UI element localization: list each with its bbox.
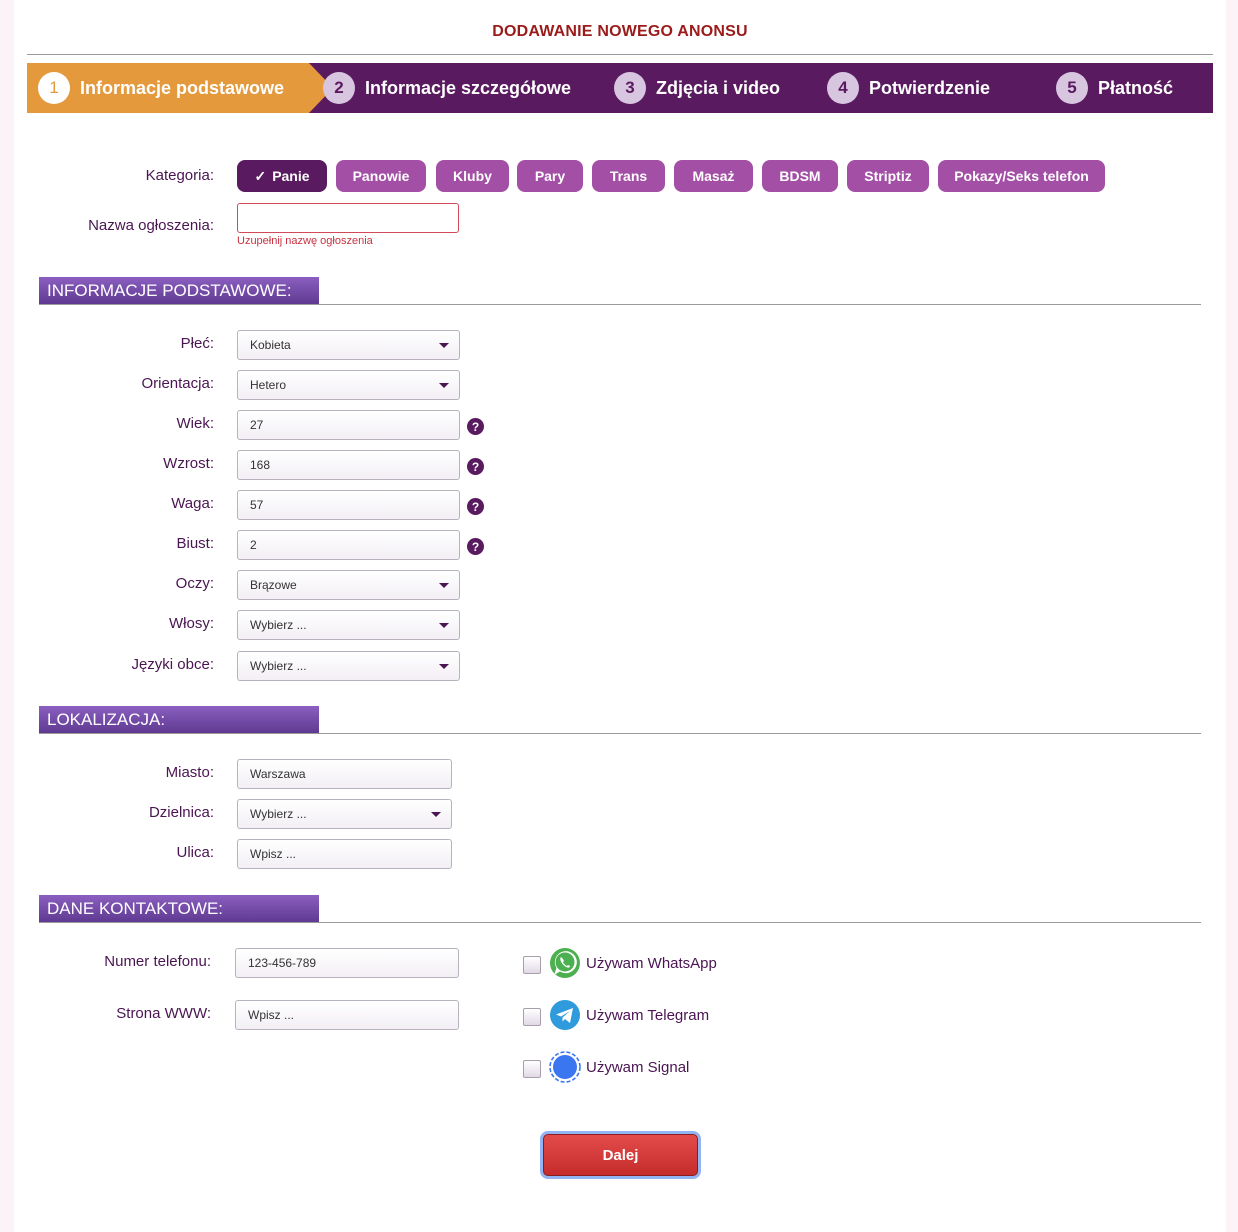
age-input[interactable]: 27 [237, 410, 460, 440]
step-number: 1 [38, 72, 70, 104]
form-page: DODAWANIE NOWEGO ANONSU 1 Informacje pod… [14, 0, 1226, 1232]
telegram-label: Używam Telegram [586, 1007, 710, 1024]
bust-input[interactable]: 2 [237, 530, 460, 560]
languages-label: Języki obce: [131, 656, 214, 673]
ad-name-input[interactable] [237, 203, 459, 233]
step-4[interactable]: 4 Potwierdzenie [827, 63, 990, 113]
district-value: Wybierz ... [250, 807, 307, 821]
street-label: Ulica: [176, 844, 214, 861]
website-label: Strona WWW: [116, 1005, 211, 1022]
weight-label: Waga: [171, 495, 214, 512]
page-title: DODAWANIE NOWEGO ANONSU [492, 23, 748, 40]
section-location-header: LOKALIZACJA: [39, 706, 319, 733]
chevron-down-icon [439, 343, 449, 348]
phone-input[interactable]: 123-456-789 [235, 948, 459, 978]
help-icon[interactable]: ? [467, 498, 484, 515]
height-label: Wzrost: [163, 455, 214, 472]
whatsapp-icon [550, 948, 580, 978]
step-label: Potwierdzenie [869, 77, 991, 98]
city-input[interactable]: Warszawa [237, 759, 452, 789]
title-divider [27, 54, 1213, 55]
website-input[interactable]: Wpisz ... [235, 1000, 459, 1030]
step-label: Zdjęcia i video [656, 77, 781, 98]
orientation-select[interactable]: Hetero [237, 370, 460, 400]
category-panie[interactable]: ✓ Panie [237, 160, 327, 192]
eyes-select[interactable]: Brązowe [237, 570, 460, 600]
category-kluby[interactable]: Kluby [436, 160, 509, 192]
telegram-icon [550, 1000, 580, 1030]
city-label: Miasto: [165, 764, 214, 781]
gender-label: Płeć: [180, 335, 214, 352]
section-divider [39, 922, 1201, 923]
district-select[interactable]: Wybierz ... [237, 799, 452, 829]
languages-select[interactable]: Wybierz ... [237, 651, 460, 681]
hair-select[interactable]: Wybierz ... [237, 610, 460, 640]
progress-stepper: 1 Informacje podstawowe 2 Informacje szc… [27, 63, 1213, 113]
whatsapp-label: Używam WhatsApp [586, 955, 717, 972]
chevron-down-icon [439, 583, 449, 588]
signal-icon [549, 1051, 581, 1083]
step-2[interactable]: 2 Informacje szczegółowe [323, 63, 571, 113]
step-label: Informacje podstawowe [80, 77, 285, 98]
weight-input[interactable]: 57 [237, 490, 460, 520]
orientation-label: Orientacja: [141, 375, 214, 392]
orientation-value: Hetero [250, 378, 287, 392]
help-icon[interactable]: ? [467, 538, 484, 555]
ad-name-label: Nazwa ogłoszenia: [88, 217, 214, 234]
eyes-value: Brązowe [250, 578, 297, 592]
step-number: 2 [323, 72, 355, 104]
step-label: Informacje szczegółowe [365, 77, 572, 98]
section-basic-header: INFORMACJE PODSTAWOWE: [39, 277, 319, 304]
signal-checkbox[interactable] [523, 1060, 541, 1078]
chevron-down-icon [431, 812, 441, 817]
category-trans[interactable]: Trans [592, 160, 665, 192]
help-icon[interactable]: ? [467, 418, 484, 435]
bust-label: Biust: [176, 535, 214, 552]
district-label: Dzielnica: [148, 804, 214, 821]
phone-label: Numer telefonu: [104, 953, 211, 970]
category-panowie[interactable]: Panowie [336, 160, 426, 192]
languages-value: Wybierz ... [250, 659, 307, 673]
help-icon[interactable]: ? [467, 458, 484, 475]
step-5[interactable]: 5 Płatność [1056, 63, 1173, 113]
step-number: 5 [1056, 72, 1088, 104]
category-bdsm[interactable]: BDSM [762, 160, 838, 192]
section-divider [39, 733, 1201, 734]
chevron-down-icon [439, 623, 449, 628]
whatsapp-checkbox[interactable] [523, 956, 541, 974]
gender-select[interactable]: Kobieta [237, 330, 460, 360]
step-1[interactable]: 1 Informacje podstawowe [38, 63, 284, 113]
section-contact-header: DANE KONTAKTOWE: [39, 895, 319, 922]
check-icon: ✓ [254, 167, 267, 184]
gender-value: Kobieta [250, 338, 291, 352]
step-3[interactable]: 3 Zdjęcia i video [614, 63, 780, 113]
street-input[interactable]: Wpisz ... [237, 839, 452, 869]
step-label: Płatność [1098, 77, 1174, 98]
hair-value: Wybierz ... [250, 618, 307, 632]
step-number: 3 [614, 72, 646, 104]
category-striptiz[interactable]: Striptiz [847, 160, 929, 192]
telegram-checkbox[interactable] [523, 1008, 541, 1026]
ad-name-error: Uzupełnij nazwę ogłoszenia [237, 235, 373, 247]
chip-label: Panie [272, 168, 310, 184]
next-button[interactable]: Dalej [540, 1131, 701, 1179]
category-pary[interactable]: Pary [517, 160, 583, 192]
category-label: Kategoria: [145, 167, 214, 184]
eyes-label: Oczy: [175, 575, 214, 592]
step-number: 4 [827, 72, 859, 104]
category-pokazy[interactable]: Pokazy/Seks telefon [938, 160, 1105, 192]
chevron-down-icon [439, 383, 449, 388]
age-label: Wiek: [176, 415, 215, 432]
hair-label: Włosy: [169, 615, 214, 632]
chevron-down-icon [439, 664, 449, 669]
section-divider [39, 304, 1201, 305]
category-masaz[interactable]: Masaż [674, 160, 753, 192]
height-input[interactable]: 168 [237, 450, 460, 480]
signal-label: Używam Signal [586, 1059, 690, 1076]
